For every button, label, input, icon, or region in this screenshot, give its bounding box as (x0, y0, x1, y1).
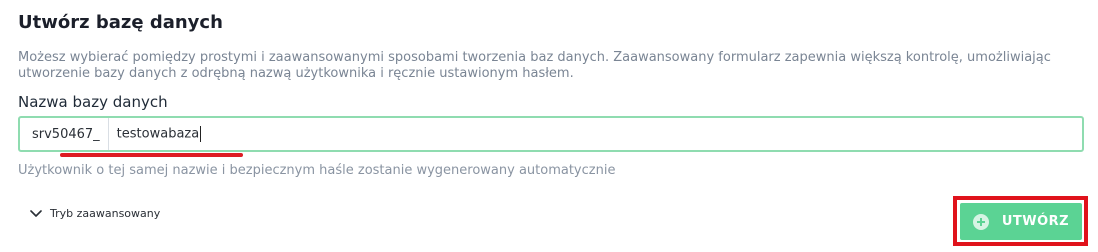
advanced-mode-toggle[interactable]: Tryb zaawansowany (30, 207, 160, 220)
advanced-mode-label: Tryb zaawansowany (50, 207, 161, 220)
text-caret (200, 126, 202, 142)
plus-circle-icon (972, 213, 989, 230)
db-name-label: Nazwa bazy danych (18, 93, 168, 111)
db-name-hint: Użytkownik o tej samej nazwie i bezpiecz… (18, 163, 616, 178)
db-name-input[interactable]: testowabaza (109, 126, 202, 142)
page-description: Możesz wybierać pomiędzy prostymi i zaaw… (18, 50, 1051, 81)
db-name-value: testowabaza (116, 126, 200, 142)
db-name-input-group[interactable]: srv50467_ testowabaza (18, 116, 1084, 152)
chevron-down-icon (30, 209, 42, 218)
db-name-prefix: srv50467_ (20, 118, 109, 150)
create-button-label: UTWÓRZ (1001, 214, 1070, 229)
highlight-underline (60, 153, 243, 157)
page-title: Utwórz bazę danych (18, 12, 223, 33)
create-button[interactable]: UTWÓRZ (960, 203, 1082, 240)
